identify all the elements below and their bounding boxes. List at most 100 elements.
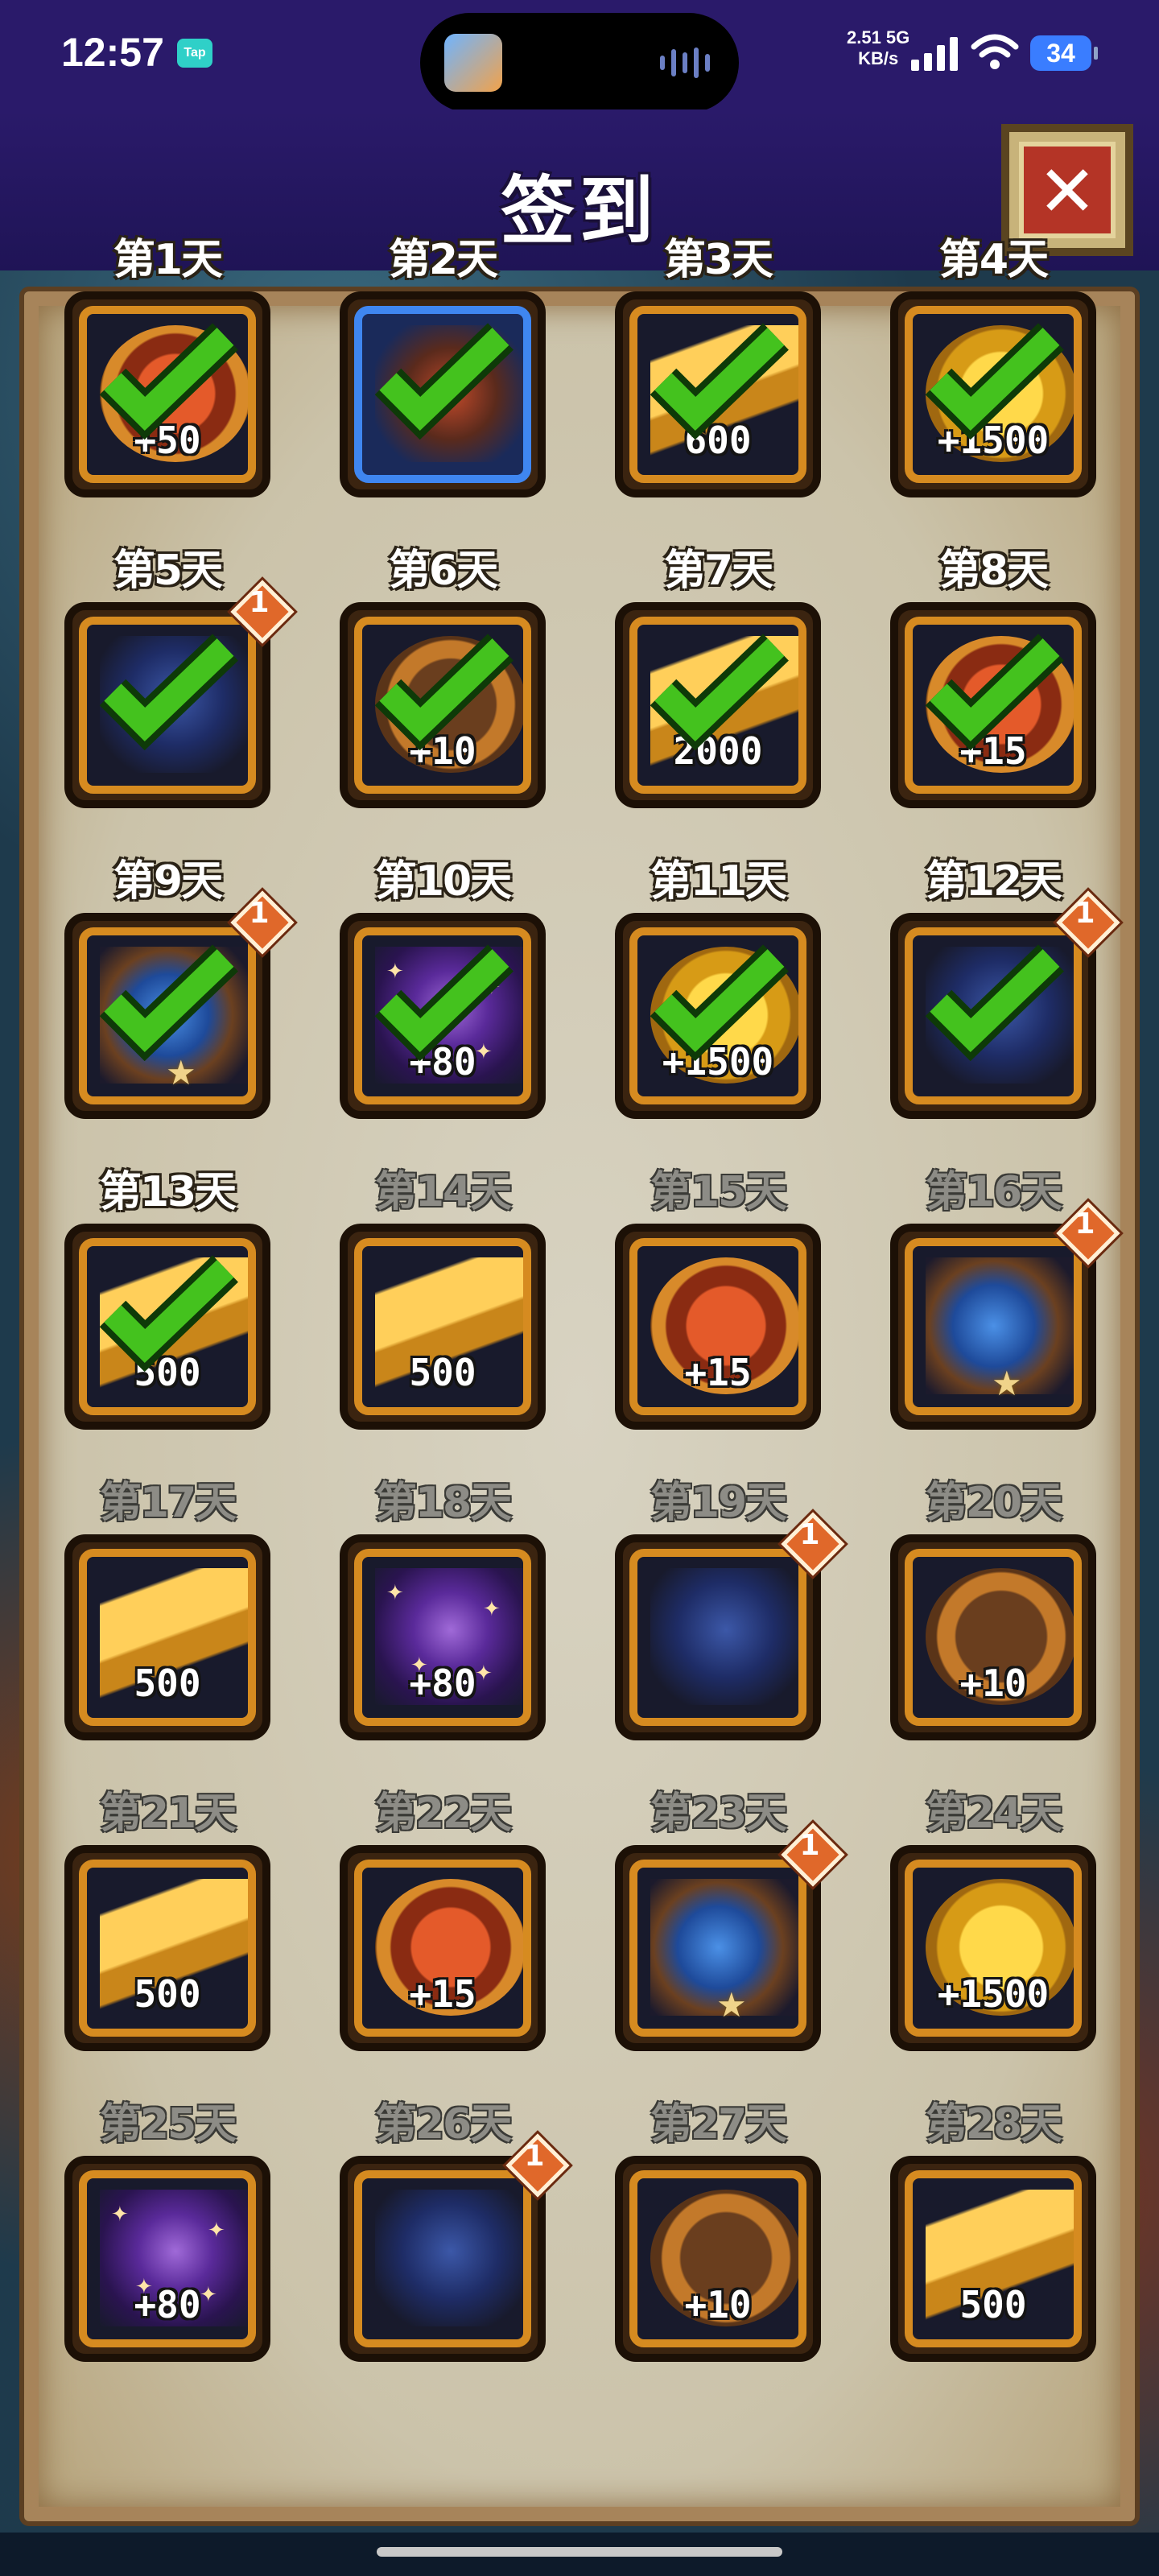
signal-icon: [911, 37, 958, 71]
reward-frame: +50: [64, 291, 270, 497]
check-icon: [99, 1255, 238, 1372]
day-label: 第27天: [650, 2100, 787, 2149]
day-cell[interactable]: 第7天 2000: [615, 547, 821, 808]
reward-frame: +1500: [615, 913, 821, 1119]
reward-amount: +80: [134, 2283, 201, 2326]
day-cell[interactable]: 第2天: [340, 236, 546, 497]
day-cell[interactable]: 第18天 ✦ ✦ ✦ ✦ +80: [340, 1479, 546, 1740]
reward-frame: ✦ ✦ ✦ ✦ +80: [340, 913, 546, 1119]
reward-slot: ✦ ✦ ✦ ✦ +80: [79, 2170, 256, 2347]
day-label: 第20天: [925, 1479, 1062, 1527]
day-label: 第21天: [99, 1790, 237, 1838]
reward-amount: 500: [134, 1972, 201, 2016]
net-speed-unit: KB/s: [858, 48, 899, 68]
reward-slot: 500: [79, 1860, 256, 2037]
badge-icon: 1: [505, 2133, 570, 2198]
day-cell[interactable]: 第15天 +15: [615, 1168, 821, 1430]
reward-frame: +10: [890, 1534, 1096, 1740]
badge-count: 1: [799, 1829, 820, 1862]
day-label: 第14天: [374, 1168, 512, 1216]
reward-amount: +1500: [937, 1972, 1050, 2016]
badge-count: 1: [1074, 897, 1095, 930]
reward-slot: +10: [905, 1549, 1082, 1726]
day-cell[interactable]: 第19天 1: [615, 1479, 845, 1740]
reward-frame: +10: [340, 602, 546, 808]
badge-icon: 1: [781, 1823, 845, 1887]
check-icon: [99, 944, 238, 1061]
reward-frame: [340, 291, 546, 497]
day-cell[interactable]: 第25天 ✦ ✦ ✦ ✦ +80: [64, 2100, 270, 2362]
day-cell[interactable]: 第10天 ✦ ✦ ✦ ✦ +80: [340, 857, 546, 1119]
day-cell[interactable]: 第24天 +1500: [890, 1790, 1096, 2051]
check-icon: [925, 634, 1064, 750]
check-icon: [99, 323, 238, 440]
day-label: 第17天: [99, 1479, 237, 1527]
day-cell[interactable]: 第9天 ★ 1: [64, 857, 295, 1119]
day-label: 第3天: [663, 236, 773, 284]
day-cell[interactable]: 第26天 1: [340, 2100, 570, 2362]
reward-slot: [354, 2170, 531, 2347]
reward-frame: 500: [64, 1224, 270, 1430]
badge-count: 1: [799, 1518, 820, 1551]
day-cell[interactable]: 第17天 500: [64, 1479, 270, 1740]
reward-frame: 2000: [615, 602, 821, 808]
reward-amount: 500: [959, 2283, 1027, 2326]
day-cell[interactable]: 第4天 +1500: [890, 236, 1096, 497]
reward-slot: 500: [905, 2170, 1082, 2347]
reward-frame: 600: [615, 291, 821, 497]
day-cell[interactable]: 第5天 1: [64, 547, 295, 808]
reward-slot: 500: [354, 1238, 531, 1415]
reward-frame: ✦ ✦ ✦ ✦ +80: [64, 2156, 270, 2362]
dynamic-island: [420, 13, 739, 113]
day-cell[interactable]: 第22天 +15: [340, 1790, 546, 2051]
day-label: 第22天: [374, 1790, 512, 1838]
reward-slot: [629, 1549, 806, 1726]
tap-app-icon: Tap: [177, 39, 212, 68]
status-bar: 12:57 Tap 2.51 5G KB/s 34: [0, 0, 1159, 113]
day-cell[interactable]: 第14天 500: [340, 1168, 546, 1430]
badge-icon: 1: [230, 580, 295, 644]
day-cell[interactable]: 第20天 +10: [890, 1479, 1096, 1740]
reward-frame: +15: [890, 602, 1096, 808]
day-cell[interactable]: 第16天 ★ 1: [890, 1168, 1120, 1430]
day-label: 第18天: [374, 1479, 512, 1527]
net-speed-value: 2.51 5G: [847, 27, 910, 47]
check-icon: [374, 944, 514, 1061]
day-cell[interactable]: 第1天 +50: [64, 236, 270, 497]
reward-slot: 500: [79, 1549, 256, 1726]
day-label: 第11天: [650, 857, 787, 906]
reward-amount: +15: [409, 1972, 476, 2016]
check-icon: [650, 634, 789, 750]
check-icon: [925, 323, 1064, 440]
reward-frame: +1500: [890, 291, 1096, 497]
day-cell[interactable]: 第8天 +15: [890, 547, 1096, 808]
badge-icon: 1: [1056, 1201, 1120, 1265]
sparkle-icon: ✦: [483, 1597, 501, 1621]
home-indicator[interactable]: [377, 2547, 782, 2557]
day-cell[interactable]: 第23天 ★ 1: [615, 1790, 845, 2051]
day-cell[interactable]: 第6天 +10: [340, 547, 546, 808]
wifi-icon: [971, 34, 1019, 69]
day-cell[interactable]: 第27天 +10: [615, 2100, 821, 2362]
day-cell[interactable]: 第11天 +1500: [615, 857, 821, 1119]
day-cell[interactable]: 第28天 500: [890, 2100, 1096, 2362]
reward-slot: +15: [629, 1238, 806, 1415]
day-label: 第24天: [925, 1790, 1062, 1838]
day-label: 第4天: [938, 236, 1049, 284]
reward-slot: +15: [354, 1860, 531, 2037]
reward-amount: 500: [134, 1662, 201, 1705]
reward-frame: +10: [615, 2156, 821, 2362]
badge-icon: 1: [781, 1512, 845, 1576]
day-cell[interactable]: 第13天 500: [64, 1168, 270, 1430]
sparkle-icon: ✦: [386, 1581, 404, 1605]
star-icon: ★: [992, 1364, 1022, 1403]
day-label: 第15天: [650, 1168, 787, 1216]
day-cell[interactable]: 第21天 500: [64, 1790, 270, 2051]
reward-slot: +1500: [905, 1860, 1082, 2037]
demon-icon: [650, 1568, 798, 1705]
day-cell[interactable]: 第12天 1: [890, 857, 1120, 1119]
day-cell[interactable]: 第3天 600: [615, 236, 821, 497]
star-icon: ★: [716, 1985, 747, 2025]
day-label: 第10天: [374, 857, 512, 906]
badge-count: 1: [524, 2140, 545, 2173]
